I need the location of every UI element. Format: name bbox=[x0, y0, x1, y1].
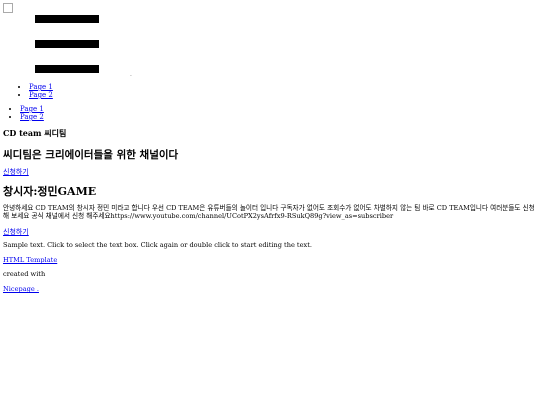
nav-menu-secondary: Page 1 Page 2 bbox=[20, 105, 44, 121]
founder-heading: 창시자:정민GAME bbox=[3, 185, 97, 198]
brand-heading: CD team 씨디팀 bbox=[3, 128, 67, 138]
hamburger-menu-icon[interactable] bbox=[35, 15, 99, 73]
hamburger-bar bbox=[35, 40, 99, 48]
nav-item-page-2: Page 2 bbox=[29, 91, 53, 99]
nicepage-link[interactable]: Nicepage . bbox=[3, 285, 39, 293]
hero-subtitle: 씨디팀은 크리에이터들을 위한 채널이다 bbox=[3, 149, 179, 161]
created-with-text: created with bbox=[3, 270, 46, 278]
nav-item-page-2: Page 2 bbox=[20, 113, 44, 121]
sample-text: Sample text. Click to select the text bo… bbox=[3, 241, 312, 249]
nav-item-page-1: Page 1 bbox=[29, 83, 53, 91]
hamburger-dot: . bbox=[130, 71, 132, 78]
broken-image-icon bbox=[3, 3, 13, 13]
apply-button[interactable]: 신청하기 bbox=[3, 167, 29, 177]
apply-button-secondary[interactable]: 신청하기 bbox=[3, 227, 29, 237]
nav-link-page-1[interactable]: Page 1 bbox=[20, 105, 44, 113]
founder-intro-text: 안녕하세요 CD TEAM의 창시자 정민 미라고 합니다 우선 CD TEAM… bbox=[3, 204, 535, 220]
hamburger-bar bbox=[35, 65, 99, 73]
nav-link-page-1[interactable]: Page 1 bbox=[29, 83, 53, 91]
nav-link-page-2[interactable]: Page 2 bbox=[20, 113, 44, 121]
nav-menu: Page 1 Page 2 bbox=[29, 83, 53, 99]
hamburger-bar bbox=[35, 15, 99, 23]
nav-item-page-1: Page 1 bbox=[20, 105, 44, 113]
html-template-link[interactable]: HTML Template bbox=[3, 256, 57, 264]
nav-link-page-2[interactable]: Page 2 bbox=[29, 91, 53, 99]
